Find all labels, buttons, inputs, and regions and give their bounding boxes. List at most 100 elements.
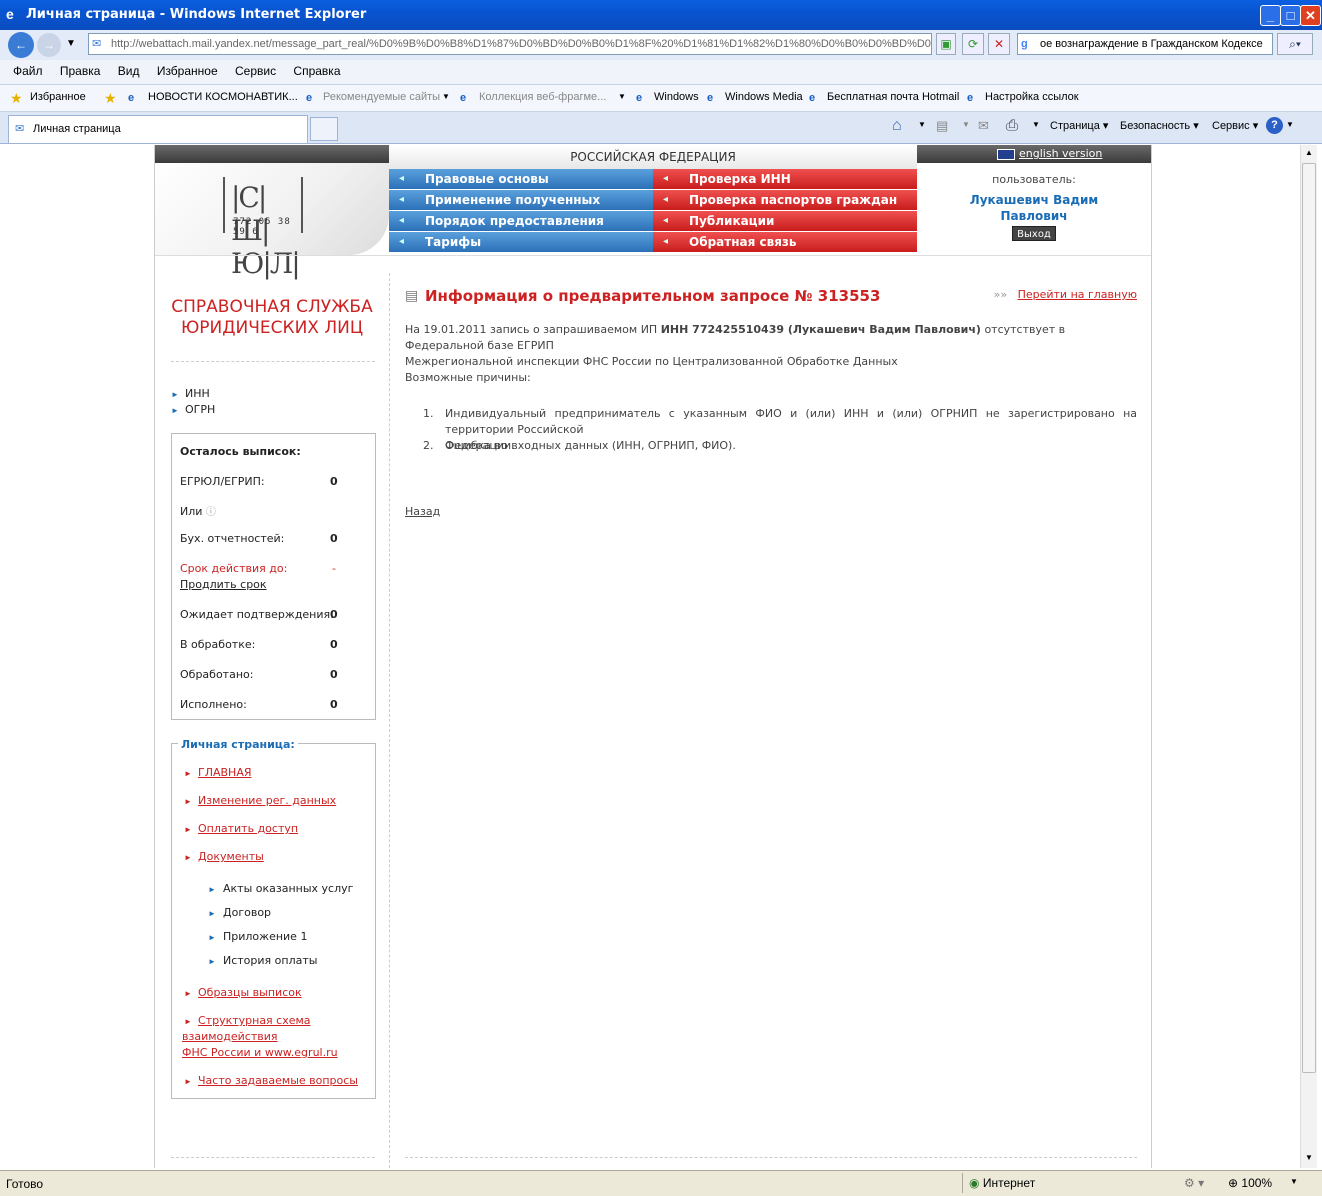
print-icon[interactable]: ⎙ — [1006, 117, 1018, 134]
dropdown-icon: ▼ — [962, 120, 970, 129]
link-scheme-3[interactable]: ФНС России и www.egrul.ru — [182, 1046, 338, 1059]
doc-acts[interactable]: Акты оказанных услуг — [223, 882, 353, 895]
doc-appendix[interactable]: Приложение 1 — [223, 930, 307, 943]
site-frame: РОССИЙСКАЯ ФЕДЕРАЦИЯ english version |С|… — [154, 145, 1152, 1168]
mail-icon: ✉ — [15, 123, 25, 135]
menu-help[interactable]: Справка — [286, 60, 347, 82]
rss-icon[interactable]: ▤ — [936, 118, 948, 134]
dropdown-icon[interactable]: ▼ — [1032, 120, 1040, 129]
service-title: СПРАВОЧНАЯ СЛУЖБА ЮРИДИЧЕСКИХ ЛИЦ — [171, 297, 373, 338]
refresh-icon[interactable]: ⟳ — [962, 33, 984, 55]
google-icon: g — [1021, 38, 1028, 50]
link-change-reg[interactable]: Изменение рег. данных — [198, 794, 336, 807]
bullet-icon: ► — [171, 390, 179, 399]
nav-usage[interactable]: Применение полученных сведений — [389, 190, 653, 227]
fav-item[interactable]: Коллекция веб-фрагме... — [479, 91, 606, 103]
forward-button[interactable]: → — [37, 33, 61, 57]
fav-item[interactable]: Windows Media — [725, 91, 803, 103]
menu-tools[interactable]: Сервис — [228, 60, 283, 82]
fav-item[interactable]: Бесплатная почта Hotmail — [827, 91, 959, 103]
zoom-control[interactable]: ⊕ 100% — [1228, 1176, 1272, 1190]
fav-item[interactable]: Рекомендуемые сайты — [323, 91, 440, 103]
menu-view[interactable]: Вид — [111, 60, 147, 82]
user-box: пользователь: Лукашевич Вадим Павлович В… — [917, 163, 1151, 255]
document-icon: ▤ — [405, 288, 419, 304]
menu-favorites[interactable]: Избранное — [150, 60, 225, 82]
header-divider — [155, 255, 1151, 256]
maximize-button[interactable]: □ — [1280, 5, 1301, 26]
english-version[interactable]: english version — [997, 147, 1102, 160]
fav-item[interactable]: НОВОСТИ КОСМОНАВТИК... — [148, 91, 298, 103]
nav-passport-check[interactable]: Проверка паспортов граждан РФ — [653, 190, 917, 227]
history-dropdown-icon[interactable]: ▼ — [66, 38, 76, 49]
logo[interactable]: |С|Ш|Ю|Л| 772 05 38 59 6 — [223, 177, 303, 280]
link-scheme-2[interactable]: взаимодействия — [182, 1030, 277, 1043]
security-menu[interactable]: Безопасность ▾ — [1120, 119, 1199, 132]
nav-legal-basis[interactable]: Правовые основы — [389, 169, 653, 189]
link-pay[interactable]: Оплатить доступ — [198, 822, 298, 835]
link-faq[interactable]: Часто задаваемые вопросы — [198, 1074, 358, 1087]
link-scheme-1[interactable]: Структурная схема — [198, 1014, 311, 1027]
address-bar-row: ← → ▼ ✉ http://webattach.mail.yandex.net… — [0, 30, 1322, 60]
nav-tariffs[interactable]: Тарифы — [389, 232, 653, 252]
bullet-icon: ► — [184, 1077, 192, 1086]
doc-contract[interactable]: Договор — [223, 906, 271, 919]
menu-edit[interactable]: Правка — [53, 60, 108, 82]
scroll-down-icon[interactable]: ▼ — [1302, 1151, 1316, 1165]
dropdown-icon[interactable]: ▼ — [918, 120, 926, 129]
scroll-up-icon[interactable]: ▲ — [1302, 146, 1316, 160]
link-main[interactable]: ГЛАВНАЯ — [198, 766, 252, 779]
stop-icon[interactable]: ✕ — [988, 33, 1010, 55]
nav-order[interactable]: Порядок предоставления сведений — [389, 211, 653, 248]
link-documents[interactable]: Документы — [198, 850, 264, 863]
bullet-icon: ► — [184, 825, 192, 834]
new-tab-button[interactable] — [310, 117, 338, 141]
logout-button[interactable]: Выход — [1012, 226, 1056, 241]
add-favorite-icon[interactable]: ★ — [104, 90, 117, 107]
protected-mode-icon[interactable]: ⚙ ▾ — [1184, 1176, 1204, 1190]
nav-publications[interactable]: Публикации — [653, 211, 917, 231]
close-button[interactable]: ✕ — [1300, 5, 1321, 26]
compat-view-icon[interactable]: ▣ — [936, 33, 956, 55]
doc-payment-history[interactable]: История оплаты — [223, 954, 317, 967]
stat-accounting: Бух. отчетностей: 0 — [180, 532, 338, 545]
zoom-dropdown-icon[interactable]: ▼ — [1290, 1177, 1298, 1186]
vertical-scrollbar[interactable]: ▲ ▼ — [1300, 145, 1317, 1168]
read-mail-icon[interactable]: ✉ — [978, 118, 989, 134]
extend-link[interactable]: Продлить срок — [180, 578, 350, 591]
search-button[interactable]: ⌕▾ — [1277, 33, 1313, 55]
home-icon[interactable]: ⌂ — [892, 117, 902, 135]
nav-inn-check[interactable]: Проверка ИНН — [653, 169, 917, 189]
fav-item[interactable]: Windows — [654, 91, 699, 103]
ie-page-icon: e — [707, 92, 714, 104]
status-bar: Готово ◉ Интернет ⚙ ▾ ⊕ 100% ▼ — [0, 1170, 1322, 1196]
goto-main-link[interactable]: »» Перейти на главную — [994, 288, 1137, 301]
tab-label: Личная страница — [33, 123, 121, 135]
bullet-icon: ► — [208, 957, 216, 966]
address-input[interactable]: ✉ http://webattach.mail.yandex.net/messa… — [88, 33, 932, 55]
dropdown-icon[interactable]: ▼ — [1286, 120, 1294, 129]
link-samples[interactable]: Образцы выписок — [198, 986, 302, 999]
status-text: Готово — [6, 1177, 44, 1191]
favorites-button[interactable]: Избранное — [30, 91, 86, 103]
help-icon[interactable]: ⓘ — [206, 507, 216, 518]
nav-feedback[interactable]: Обратная связь — [653, 232, 917, 252]
page-menu[interactable]: Страница ▾ — [1050, 119, 1108, 132]
ie-page-icon: e — [128, 92, 135, 104]
search-link-ogrn[interactable]: ОГРН — [185, 403, 215, 416]
dropdown-icon[interactable]: ▼ — [442, 92, 450, 101]
back-button[interactable]: ← — [8, 32, 34, 58]
help-icon[interactable]: ? — [1266, 117, 1283, 134]
menu-file[interactable]: Файл — [6, 60, 50, 82]
stat-done: Исполнено: 0 — [180, 698, 338, 711]
back-link[interactable]: Назад — [405, 505, 440, 518]
tools-menu[interactable]: Сервис ▾ — [1212, 119, 1258, 132]
main-footer-divider — [405, 1157, 1137, 1158]
search-link-inn[interactable]: ИНН — [185, 387, 210, 400]
tab-active[interactable]: ✉ Личная страница — [8, 115, 308, 143]
fav-item[interactable]: Настройка ссылок — [985, 91, 1079, 103]
search-input[interactable]: g ое вознаграждение в Гражданском Кодекс… — [1017, 33, 1273, 55]
minimize-button[interactable]: _ — [1260, 5, 1281, 26]
scroll-thumb[interactable] — [1302, 163, 1316, 1073]
dropdown-icon[interactable]: ▼ — [618, 92, 626, 101]
